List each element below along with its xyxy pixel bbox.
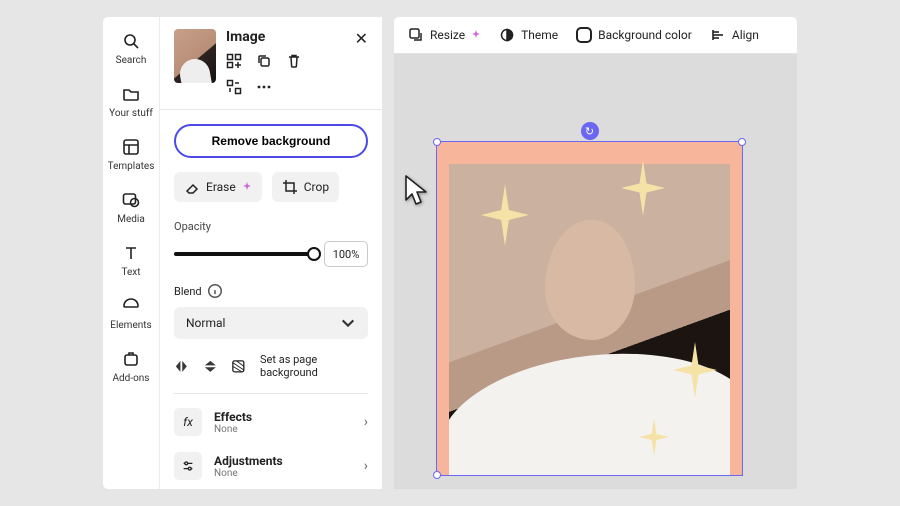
align-button[interactable]: Align	[710, 27, 759, 43]
selection-thumbnail	[174, 29, 216, 83]
duplicate-icon[interactable]	[256, 53, 272, 69]
set-page-bg-label[interactable]: Set as page background	[260, 353, 368, 379]
sidebar-item-media[interactable]: Media	[117, 190, 145, 225]
opacity-label: Opacity	[174, 220, 368, 233]
sidebar-item-text[interactable]: Text	[121, 243, 141, 278]
resize-icon	[408, 27, 424, 43]
text-icon	[121, 243, 141, 263]
delete-icon[interactable]	[286, 53, 302, 69]
align-icon	[710, 27, 726, 43]
sidebar-item-search[interactable]: Search	[116, 31, 147, 66]
chevron-down-icon	[340, 315, 356, 331]
effects-icon: fx	[174, 408, 202, 436]
opacity-slider[interactable]	[174, 252, 314, 256]
erase-button[interactable]: Erase	[174, 172, 262, 202]
crop-icon	[282, 179, 298, 195]
blend-value: Normal	[186, 316, 225, 330]
background-color-swatch-icon	[576, 27, 592, 43]
chevron-right-icon: ›	[364, 414, 368, 430]
close-panel-button[interactable]: ✕	[355, 29, 368, 48]
sidebar-item-templates[interactable]: Templates	[108, 137, 155, 172]
more-icon[interactable]	[256, 79, 272, 95]
selected-image[interactable]: ↻	[436, 141, 743, 476]
effects-title: Effects	[214, 410, 252, 424]
sidebar-item-label: Add-ons	[113, 373, 150, 384]
flip-horizontal-icon[interactable]	[174, 358, 189, 374]
resize-label: Resize	[430, 28, 465, 42]
shapes-icon	[121, 296, 141, 316]
sidebar-item-label: Elements	[110, 320, 151, 331]
effects-sub: None	[214, 424, 252, 435]
adjustments-title: Adjustments	[214, 454, 283, 468]
sidebar-item-addons[interactable]: Add-ons	[113, 349, 150, 384]
group-icon[interactable]	[226, 53, 242, 69]
selection-type-title: Image	[226, 29, 265, 45]
resize-handle-bl[interactable]	[433, 471, 441, 479]
blend-select[interactable]: Normal	[174, 307, 368, 339]
adjustments-sub: None	[214, 468, 283, 479]
ai-sparkle-icon	[471, 30, 481, 40]
folder-icon	[121, 84, 141, 104]
theme-label: Theme	[521, 28, 558, 42]
set-page-bg-icon	[231, 358, 246, 374]
cursor-icon	[403, 174, 435, 208]
sidebar-item-elements[interactable]: Elements	[110, 296, 151, 331]
sidebar-item-label: Media	[117, 214, 145, 225]
eraser-icon	[184, 179, 200, 195]
effects-accordion[interactable]: fx Effects None ›	[174, 400, 368, 444]
image-content	[449, 164, 730, 475]
crop-label: Crop	[304, 180, 329, 194]
background-color-label: Background color	[598, 28, 692, 42]
ai-sparkle-icon	[242, 182, 252, 192]
background-color-button[interactable]: Background color	[576, 27, 692, 43]
resize-handle-tr[interactable]	[738, 138, 746, 146]
nav-rail: Search Your stuff Templates Media Text E…	[103, 17, 160, 489]
ungroup-icon[interactable]	[226, 79, 242, 95]
info-icon[interactable]	[207, 283, 223, 299]
erase-label: Erase	[206, 180, 236, 194]
opacity-value[interactable]: 100%	[324, 241, 368, 267]
sidebar-item-your-stuff[interactable]: Your stuff	[109, 84, 153, 119]
blend-label: Blend	[174, 285, 202, 298]
sidebar-item-label: Your stuff	[109, 108, 153, 119]
remove-background-button[interactable]: Remove background	[174, 124, 368, 158]
chevron-right-icon: ›	[364, 458, 368, 474]
canvas-top-toolbar: Resize Theme Background color Align	[394, 17, 797, 54]
theme-button[interactable]: Theme	[499, 27, 558, 43]
resize-handle-tl[interactable]	[433, 138, 441, 146]
resize-button[interactable]: Resize	[408, 27, 481, 43]
templates-icon	[121, 137, 141, 157]
addons-icon	[121, 349, 141, 369]
sidebar-item-label: Text	[121, 267, 140, 278]
flip-vertical-icon[interactable]	[203, 358, 218, 374]
search-icon	[121, 31, 141, 51]
align-label: Align	[732, 28, 759, 42]
sidebar-item-label: Templates	[108, 161, 155, 172]
crop-button[interactable]: Crop	[272, 172, 339, 202]
adjustments-icon	[174, 452, 202, 480]
sidebar-item-label: Search	[116, 55, 147, 66]
media-icon	[121, 190, 141, 210]
rotate-handle[interactable]: ↻	[581, 122, 599, 140]
adjustments-accordion[interactable]: Adjustments None ›	[174, 444, 368, 488]
properties-panel: Image ✕ Remove background Erase Crop	[160, 17, 382, 489]
theme-icon	[499, 27, 515, 43]
